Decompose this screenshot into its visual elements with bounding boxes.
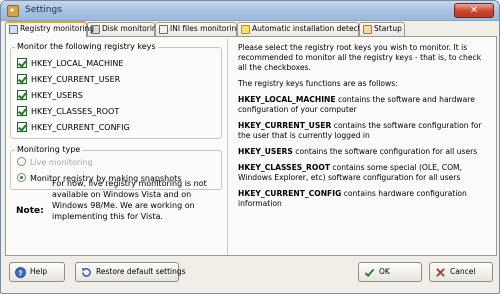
tab-label: INI files monitoring [170,24,242,33]
help-entry-desc: contains the software configuration for … [292,147,478,156]
settings-app-icon [7,5,19,17]
checkbox-hkey-current-user[interactable]: HKEY_CURRENT_USER [17,74,120,86]
checkbox-checked-icon[interactable] [17,74,27,84]
tab-startup[interactable]: Startup [359,22,405,36]
help-entry-hkcc: HKEY_CURRENT_CONFIG contains hardware co… [238,189,491,209]
help-entry-key: HKEY_CURRENT_CONFIG [238,189,342,198]
help-entry-hklm: HKEY_LOCAL_MACHINE contains the software… [238,95,491,115]
help-button[interactable]: ? Help [9,262,65,282]
checkbox-checked-icon[interactable] [17,58,27,68]
help-button-label: Help [30,267,48,276]
checkbox-label: HKEY_CURRENT_USER [31,75,121,84]
registry-keys-group: Monitor the following registry keys HKEY… [10,42,222,139]
checkbox-label: HKEY_LOCAL_MACHINE [31,59,124,68]
radio-selected-icon[interactable] [17,173,26,182]
checkbox-hkey-classes-root[interactable]: HKEY_CLASSES_ROOT [17,106,119,118]
window-title: Settings [25,5,62,15]
cancel-button[interactable]: Cancel [429,262,493,282]
tab-label: Registry monitoring [20,24,95,33]
radio-live-monitoring[interactable]: Live monitoring [17,157,93,169]
restore-icon [81,267,91,277]
tab-ini-files-monitoring[interactable]: INI files monitoring [155,22,241,36]
checkbox-checked-icon[interactable] [17,90,27,100]
tab-label: Disk monitoring [102,24,162,33]
ini-file-icon [159,25,168,34]
checkbox-hkey-local-machine[interactable]: HKEY_LOCAL_MACHINE [17,58,123,70]
checkbox-hkey-current-config[interactable]: HKEY_CURRENT_CONFIG [17,122,130,134]
help-entry-key: HKEY_LOCAL_MACHINE [238,95,336,104]
tab-bar: Registry monitoring Disk monitoring INI … [5,21,497,37]
tab-label: Startup [374,24,402,33]
cancel-x-icon [436,268,445,277]
tab-automatic-installation-detection[interactable]: Automatic installation detection [237,22,372,36]
title-bar[interactable]: Settings ✕ [1,1,499,21]
restore-button-label: Restore default settings [96,267,186,276]
close-button[interactable]: ✕ [454,3,494,18]
help-intro: Please select the registry root keys you… [238,43,482,72]
cancel-button-label: Cancel [450,267,476,276]
radio-unselected-icon[interactable] [17,157,26,166]
checkbox-hkey-users[interactable]: HKEY_USERS [17,90,83,102]
registry-keys-legend: Monitor the following registry keys [15,42,158,51]
registry-monitoring-panel: Monitor the following registry keys HKEY… [5,36,497,256]
help-entry-key: HKEY_CLASSES_ROOT [238,163,330,172]
restore-defaults-button[interactable]: Restore default settings [75,262,186,282]
startup-icon [363,25,372,34]
checkbox-label: HKEY_USERS [31,91,83,100]
ok-button[interactable]: OK [358,262,422,282]
help-icon: ? [15,267,26,278]
checkbox-label: HKEY_CURRENT_CONFIG [31,123,130,132]
note-text: For now, live registry monitoring is not… [52,179,207,221]
help-entry-key: HKEY_CURRENT_USER [238,121,332,130]
help-entry-hku: HKEY_USERS contains the software configu… [238,147,491,157]
registry-icon [9,25,18,34]
checkbox-checked-icon[interactable] [17,106,27,116]
note-label: Note: [16,206,44,216]
checkbox-label: HKEY_CLASSES_ROOT [31,107,120,116]
settings-window: Settings ✕ Registry monitoring Disk moni… [0,0,500,294]
button-bar: ? Help Restore default settings OK Cance… [1,257,499,293]
checkbox-checked-icon[interactable] [17,122,27,132]
svg-text:?: ? [18,268,22,277]
help-entry-hkcr: HKEY_CLASSES_ROOT contains some special … [238,163,491,183]
tab-disk-monitoring[interactable]: Disk monitoring [87,22,161,36]
help-entry-hkcu: HKEY_CURRENT_USER contains the software … [238,121,491,141]
ok-button-label: OK [379,267,390,276]
monitoring-type-legend: Monitoring type [15,145,83,154]
help-entry-key: HKEY_USERS [238,147,293,156]
help-description-panel: Please select the registry root keys you… [227,39,495,255]
tab-registry-monitoring[interactable]: Registry monitoring [5,21,94,37]
tab-label: Automatic installation detection [252,24,373,33]
radio-label: Live monitoring [30,158,93,167]
help-functions-intro: The registry keys functions are as follo… [238,79,398,88]
checkmark-icon [364,268,375,278]
lightning-icon [241,25,250,34]
